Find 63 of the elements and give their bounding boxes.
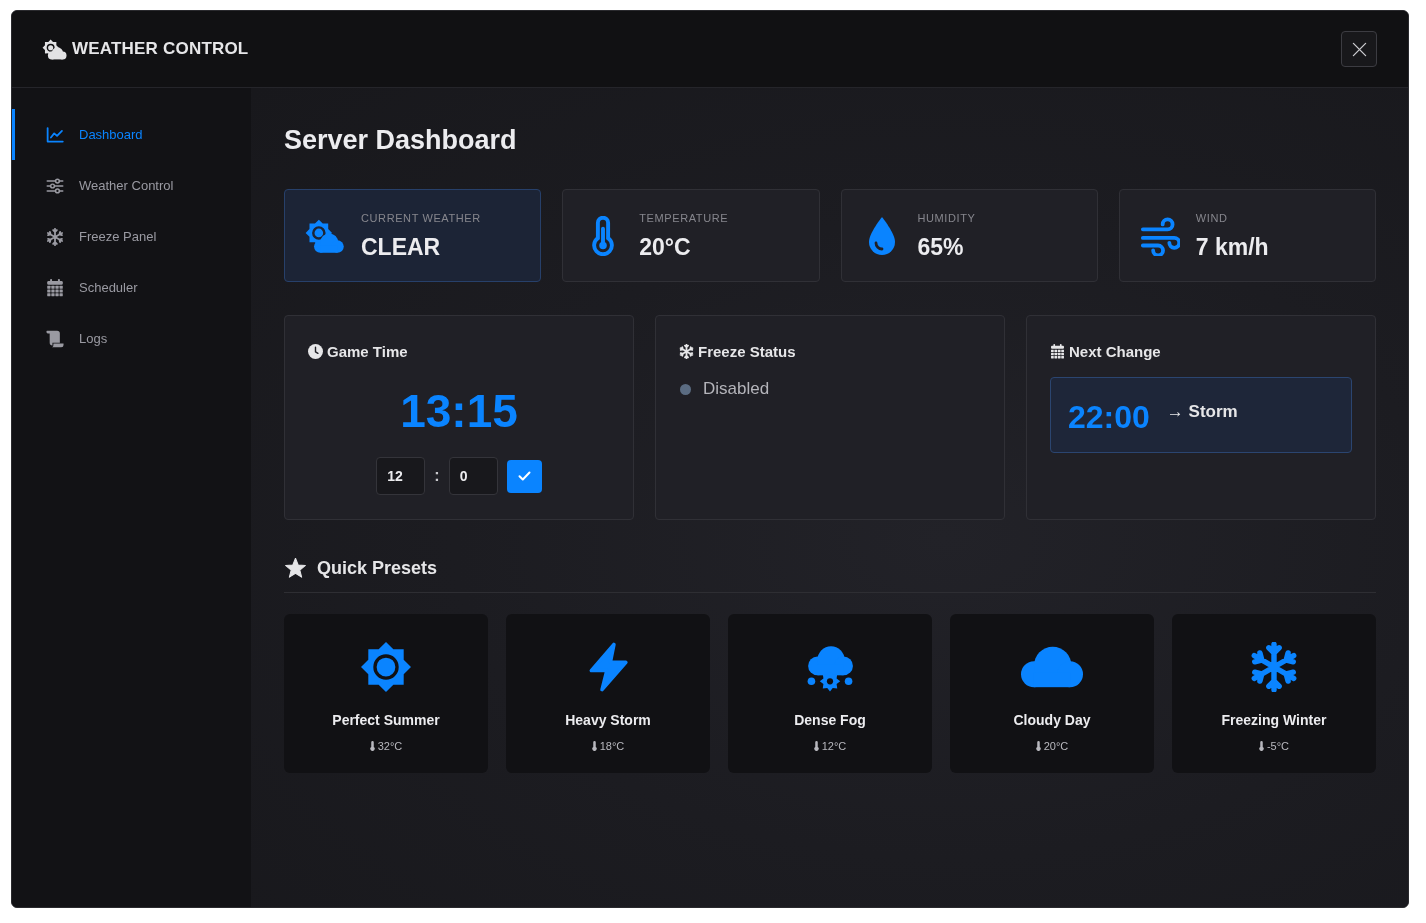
game-time: 13:15 [400,384,518,439]
star-icon [285,558,306,578]
app-title: WEATHER CONTROL [72,39,249,59]
check-icon [517,471,531,481]
thermometer-icon [591,741,597,751]
preset-temperature: 12°C [821,739,847,753]
sidebar-item[interactable]: Logs [12,313,251,364]
wind-icon [1139,215,1180,256]
preset-name: Heavy Storm [565,711,651,729]
sun-icon [361,642,411,692]
close-icon [1351,41,1367,57]
snowflake-icon [46,227,64,246]
preset-temperature: -5°C [1266,739,1290,753]
card-title: Next Change [1069,342,1161,360]
thermometer-icon [1035,741,1041,751]
freeze-status-text: Disabled [703,378,770,400]
sidebar-item[interactable]: Weather Control [12,160,251,211]
thermometer-icon [1258,741,1264,751]
stat-label: WIND [1195,210,1229,225]
sidebar-item[interactable]: Freeze Panel [12,211,251,262]
sun-cloud-icon [42,38,67,60]
snowflake-icon [1249,642,1299,692]
preset-card[interactable]: Freezing Winter -5°C [1172,614,1376,773]
section-title: Quick Presets [317,557,438,579]
preset-temperature: 20°C [1043,739,1069,753]
preset-name: Dense Fog [794,711,866,729]
next-weather: → Storm [1166,402,1238,422]
calendar-icon [46,278,64,297]
preset-name: Freezing Winter [1221,711,1327,729]
preset-card[interactable]: Cloudy Day 20°C [950,614,1154,773]
thermometer-icon [813,741,819,751]
preset-temperature: 32°C [377,739,403,753]
preset-name: Cloudy Day [1013,711,1091,729]
confirm-button[interactable] [506,459,542,493]
scroll-icon [46,329,64,348]
clock-icon [308,343,323,359]
stat-value: 7 km/h [1195,232,1269,261]
cloud-icon [1021,646,1083,688]
line-chart-icon [46,125,64,144]
preset-card[interactable]: Heavy Storm 18°C [506,614,710,773]
sidebar-item[interactable]: Scheduler [12,262,251,313]
stat-label: CURRENT WEATHER [361,210,481,225]
preset-temperature: 18°C [599,739,625,753]
page-title: Server Dashboard [284,124,517,157]
preset-card[interactable]: Dense Fog 12°C [728,614,932,773]
next-change-time: 22:00 [1068,398,1150,437]
minute-input[interactable]: 0 [448,457,498,495]
stat-label: HUMIDITY [917,210,976,225]
close-button[interactable] [1341,31,1377,67]
stat-value: 20°C [639,232,692,261]
time-separator: : [434,467,440,485]
preset-card[interactable]: Perfect Summer 32°C [284,614,488,773]
thermometer-icon [369,741,375,751]
hour-input[interactable]: 12 [376,457,426,495]
card-title: Freeze Status [698,342,796,360]
stat-value: 65% [917,232,965,261]
stat-value: CLEAR [361,232,442,261]
card-title: Game Time [327,342,408,360]
snowflake-icon [679,343,694,359]
preset-name: Perfect Summer [332,711,440,729]
stat-label: TEMPERATURE [639,210,729,225]
calendar-icon [1050,343,1065,359]
sliders-icon [46,176,64,195]
